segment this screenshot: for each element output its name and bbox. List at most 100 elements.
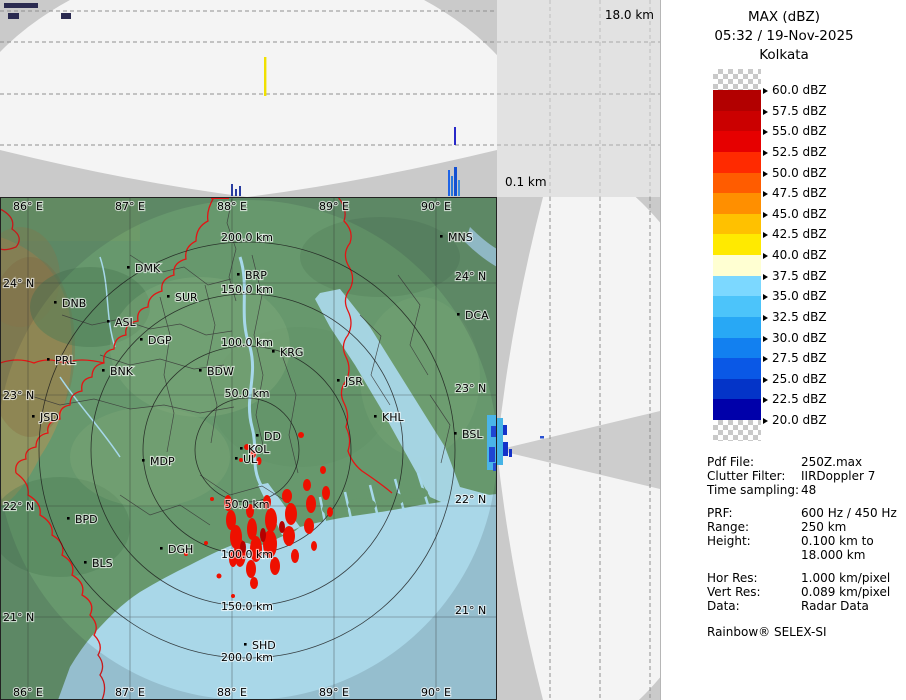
station-dot: [235, 457, 238, 460]
station-dot: [256, 434, 259, 437]
legend-boundary-label: 20.0 dBZ: [763, 413, 827, 427]
station-label: MDP: [150, 455, 175, 468]
longitude-label: 88° E: [217, 686, 247, 699]
station-dot: [237, 273, 240, 276]
station-dot: [54, 301, 57, 304]
station-label: JSR: [344, 375, 363, 388]
info-row: Data:Radar Data: [707, 599, 869, 613]
station-label: BSL: [462, 428, 483, 441]
range-ring-label: 100.0 km: [221, 336, 273, 349]
latitude-label: 22° N: [455, 493, 486, 506]
radar-map-panel: 86° E 86° E 87° E 87° E 88° E 88° E 89° E 89° E…: [0, 197, 497, 700]
station-dot: [142, 459, 145, 462]
info-row: 18.000 km: [707, 548, 865, 562]
max-height-axis-label: 18.0 km: [605, 8, 654, 22]
station-label: DCA: [465, 309, 489, 322]
station-label: BPD: [75, 513, 98, 526]
station-label: DMK: [135, 262, 161, 275]
legend-boundary-label: 32.5 dBZ: [763, 310, 827, 324]
longitude-label: 89° E: [319, 686, 349, 699]
legend-boundary-label: 42.5 dBZ: [763, 227, 827, 241]
info-row: Vert Res:0.089 km/pixel: [707, 585, 890, 599]
latitude-label: 21° N: [3, 611, 34, 624]
range-ring-label: 100.0 km: [221, 548, 273, 561]
station-dot: [272, 350, 275, 353]
longitude-label: 87° E: [115, 686, 145, 699]
latitude-label: 24° N: [3, 277, 34, 290]
station-dot: [337, 379, 340, 382]
station-label: SUR: [175, 291, 198, 304]
station-label: JSD: [39, 411, 59, 424]
info-row: Range:250 km: [707, 520, 846, 534]
station-label: MNS: [448, 231, 473, 244]
station-dot: [160, 547, 163, 550]
range-ring-label: 200.0 km: [221, 231, 273, 244]
legend-boundary-label: 47.5 dBZ: [763, 186, 827, 200]
station-dot: [67, 517, 70, 520]
station-dot: [84, 561, 87, 564]
range-ring-label: 200.0 km: [221, 651, 273, 664]
legend-boundary-label: 55.0 dBZ: [763, 124, 827, 138]
info-row: Pdf File:250Z.max: [707, 455, 862, 469]
station-dot: [107, 320, 110, 323]
station-label: DGH: [168, 543, 193, 556]
legend-boundary-label: 37.5 dBZ: [763, 269, 827, 283]
range-ring-label: 150.0 km: [221, 600, 273, 613]
latitude-label: 24° N: [455, 270, 486, 283]
info-row: Time sampling:48: [707, 483, 816, 497]
longitude-label: 90° E: [421, 200, 451, 213]
longitude-label: 86° E: [13, 686, 43, 699]
station-dot: [199, 369, 202, 372]
info-row: Hor Res:1.000 km/pixel: [707, 571, 890, 585]
range-ring-label: 50.0 km: [224, 498, 269, 511]
station-label: ASL: [115, 316, 137, 329]
latitude-label: 23° N: [3, 389, 34, 402]
latitude-label: 21° N: [455, 604, 486, 617]
station-dot: [127, 266, 130, 269]
station-dot: [32, 415, 35, 418]
longitude-label: 90° E: [421, 686, 451, 699]
legend-boundary-label: 30.0 dBZ: [763, 331, 827, 345]
legend-boundary-label: 22.5 dBZ: [763, 392, 827, 406]
info-row: PRF:600 Hz / 450 Hz: [707, 506, 897, 520]
station-dot: [140, 338, 143, 341]
legend-boundary-label: 52.5 dBZ: [763, 145, 827, 159]
legend-scale-labels: 60.0 dBZ57.5 dBZ55.0 dBZ52.5 dBZ50.0 dBZ…: [661, 0, 906, 460]
info-row: Clutter Filter:IIRDoppler 7: [707, 469, 875, 483]
longitude-label: 89° E: [319, 200, 349, 213]
legend-boundary-label: 45.0 dBZ: [763, 207, 827, 221]
longitude-label: 88° E: [217, 200, 247, 213]
station-label: KHL: [382, 411, 404, 424]
longitude-label: 87° E: [115, 200, 145, 213]
station-label: BDW: [207, 365, 234, 378]
legend-panel: MAX (dBZ) 05:32 / 19-Nov-2025 Kolkata 60…: [660, 0, 906, 700]
radar-map-graphic: 86° E 86° E 87° E 87° E 88° E 88° E 89° E 89° E…: [0, 197, 497, 700]
range-ring-label: 50.0 km: [224, 387, 269, 400]
longitude-label: 86° E: [13, 200, 43, 213]
station-label: DNB: [62, 297, 86, 310]
range-ring-label: 150.0 km: [221, 283, 273, 296]
latitude-label: 22° N: [3, 500, 34, 513]
top-cross-section-graphic: [0, 0, 497, 197]
product-info-block: Pdf File:250Z.maxClutter Filter:IIRDoppl…: [707, 455, 903, 655]
min-height-axis-label: 0.1 km: [505, 175, 547, 189]
legend-boundary-label: 25.0 dBZ: [763, 372, 827, 386]
legend-boundary-label: 35.0 dBZ: [763, 289, 827, 303]
station-dot: [244, 643, 247, 646]
station-label: BLS: [92, 557, 113, 570]
station-dot: [102, 369, 105, 372]
right-cross-section-panel: [497, 197, 660, 700]
station-label: BNK: [110, 365, 134, 378]
station-dot: [454, 432, 457, 435]
radar-application-window: 18.0 km 0.1 km: [0, 0, 906, 700]
station-dot: [440, 235, 443, 238]
station-label: UL: [243, 453, 258, 466]
corner-axis-panel: 18.0 km 0.1 km: [497, 0, 660, 197]
station-dot: [457, 313, 460, 316]
legend-boundary-label: 57.5 dBZ: [763, 104, 827, 118]
corner-gridlines: [497, 0, 660, 197]
station-dot: [374, 415, 377, 418]
station-dot: [240, 447, 243, 450]
top-cross-section-panel: [0, 0, 497, 197]
legend-boundary-label: 27.5 dBZ: [763, 351, 827, 365]
